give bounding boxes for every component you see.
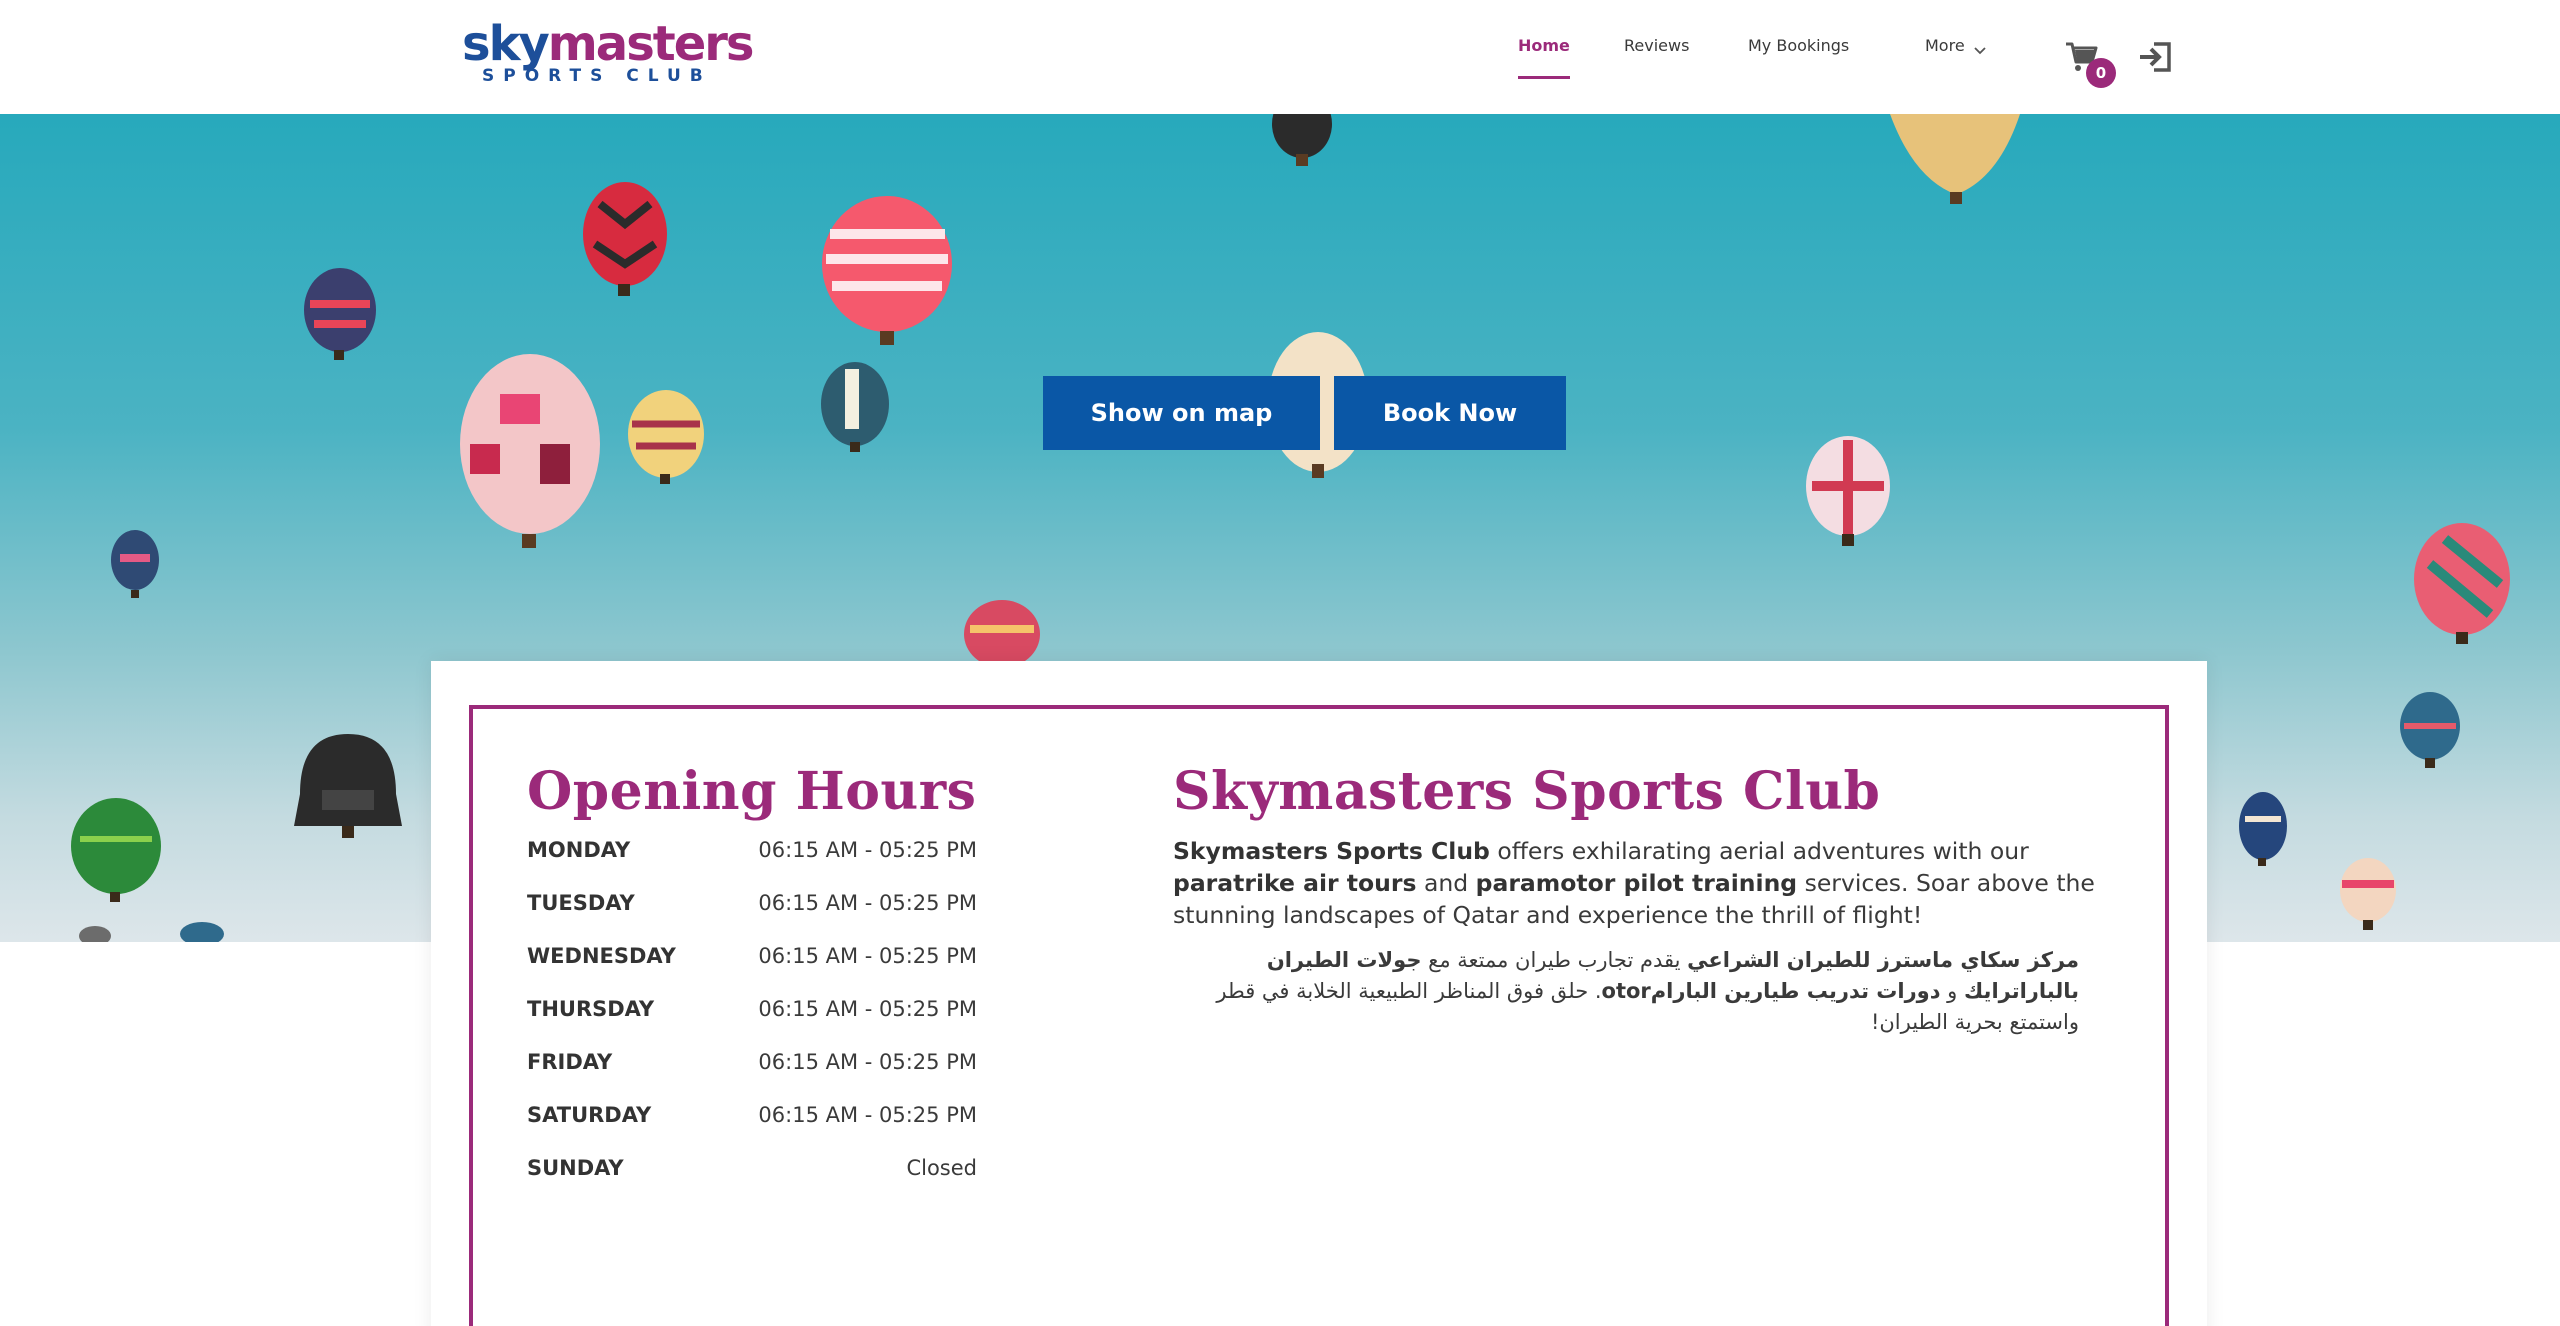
balloon-icon	[2239, 792, 2287, 866]
about-en-bold: paramotor pilot training	[1475, 869, 1798, 897]
hours-time: 06:15 AM - 05:25 PM	[758, 838, 977, 862]
about-ar-bold: مركز سكاي ماسترز للطيران الشراعي	[1687, 948, 2079, 972]
opening-hours-section: Opening Hours MONDAY 06:15 AM - 05:25 PM …	[527, 761, 977, 1206]
hours-day: SATURDAY	[527, 1103, 652, 1127]
nav-more-label: More	[1925, 36, 1965, 55]
balloon-icon	[71, 798, 161, 902]
hours-row: THURSDAY 06:15 AM - 05:25 PM	[527, 994, 977, 1047]
nav-my-bookings[interactable]: My Bookings	[1748, 36, 1849, 76]
opening-hours-title: Opening Hours	[527, 761, 977, 822]
hours-time: 06:15 AM - 05:25 PM	[758, 1103, 977, 1127]
hours-row: TUESDAY 06:15 AM - 05:25 PM	[527, 888, 977, 941]
hours-day: FRIDAY	[527, 1050, 613, 1074]
logo-wordmark: skymasters	[462, 20, 754, 68]
balloon-icon	[964, 600, 1040, 668]
balloon-icon	[460, 354, 600, 548]
balloon-icon	[1890, 114, 2020, 204]
hours-day: THURSDAY	[527, 997, 655, 1021]
balloon-icon	[583, 182, 667, 296]
about-en-text: and	[1416, 869, 1476, 897]
about-title: Skymasters Sports Club	[1173, 761, 1881, 822]
about-en-bold: Skymasters Sports Club	[1173, 837, 1490, 865]
logo-subtitle: SPORTS CLUB	[482, 66, 712, 86]
balloon-icon	[304, 268, 376, 360]
about-ar-bold: دورات تدريب طيارين البارامotor	[1601, 979, 1941, 1003]
balloon-icon	[111, 530, 159, 598]
balloon-icon	[2340, 858, 2396, 930]
hours-time: 06:15 AM - 05:25 PM	[758, 997, 977, 1021]
hours-day: SUNDAY	[527, 1156, 624, 1180]
book-now-button[interactable]: Book Now	[1334, 376, 1566, 450]
hours-row: SATURDAY 06:15 AM - 05:25 PM	[527, 1100, 977, 1153]
hours-day: MONDAY	[527, 838, 631, 862]
hours-row: FRIDAY 06:15 AM - 05:25 PM	[527, 1047, 977, 1100]
about-ar-text: يقدم تجارب طيران ممتعة مع	[1421, 948, 1688, 972]
chevron-down-icon	[1974, 47, 1986, 55]
hours-row: MONDAY 06:15 AM - 05:25 PM	[527, 835, 977, 888]
hours-time: 06:15 AM - 05:25 PM	[758, 944, 977, 968]
about-en-text: offers exhilarating aerial adventures wi…	[1489, 837, 2029, 865]
cart-count-badge: 0	[2086, 58, 2116, 88]
logo-sky: sky	[462, 16, 550, 72]
about-en-bold: paratrike air tours	[1173, 869, 1417, 897]
site-header: skymasters SPORTS CLUB Home Reviews My B…	[0, 0, 2560, 114]
club-info-card: Opening Hours MONDAY 06:15 AM - 05:25 PM …	[431, 661, 2207, 1326]
about-ar-text: و	[1940, 979, 1964, 1003]
balloon-icon	[822, 196, 952, 345]
balloon-icon	[1272, 114, 1332, 166]
about-description-ar: مركز سكاي ماسترز للطيران الشراعي يقدم تج…	[1173, 945, 2079, 1038]
hours-time: 06:15 AM - 05:25 PM	[758, 891, 977, 915]
hours-row: WEDNESDAY 06:15 AM - 05:25 PM	[527, 941, 977, 994]
hero-action-buttons: Show on map Book Now	[1043, 376, 1566, 450]
balloon-icon	[2400, 692, 2460, 768]
balloon-icon	[821, 362, 889, 452]
opening-hours-list: MONDAY 06:15 AM - 05:25 PM TUESDAY 06:15 A…	[527, 835, 977, 1206]
balloon-icon	[294, 734, 402, 838]
hours-day: WEDNESDAY	[527, 944, 676, 968]
show-on-map-button[interactable]: Show on map	[1043, 376, 1320, 450]
nav-home[interactable]: Home	[1518, 36, 1570, 79]
nav-reviews[interactable]: Reviews	[1624, 36, 1689, 76]
hours-time: 06:15 AM - 05:25 PM	[758, 1050, 977, 1074]
balloon-icon	[79, 922, 224, 942]
site-logo[interactable]: skymasters SPORTS CLUB	[462, 20, 754, 86]
hours-row: SUNDAY Closed	[527, 1153, 977, 1206]
balloon-icon	[628, 390, 704, 484]
logo-masters: masters	[547, 16, 755, 72]
balloon-icon	[2414, 523, 2510, 644]
hours-time: Closed	[906, 1156, 977, 1180]
balloon-icon	[1806, 436, 1890, 546]
about-description-en: Skymasters Sports Club offers exhilarati…	[1173, 835, 2103, 931]
about-section: Skymasters Sports Club Skymasters Sports…	[1173, 761, 2103, 1038]
login-icon[interactable]	[2138, 42, 2172, 72]
hours-day: TUESDAY	[527, 891, 635, 915]
nav-more[interactable]: More	[1925, 36, 1987, 76]
